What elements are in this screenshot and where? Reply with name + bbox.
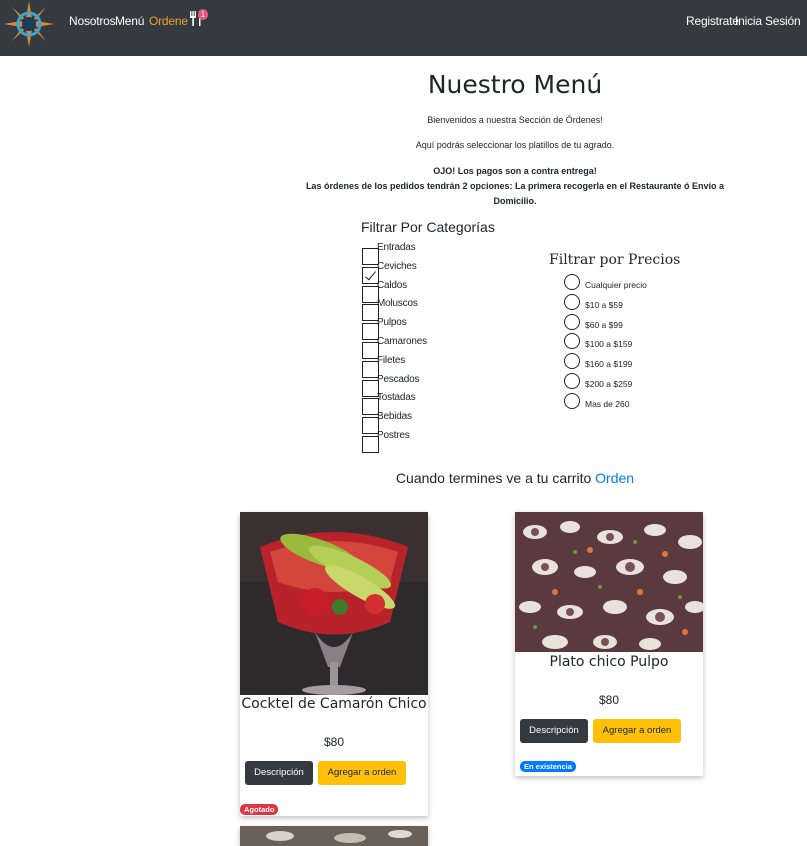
price-option: $100 a $159 [564, 333, 704, 353]
price-option: Mas de 260 [564, 392, 704, 413]
category-label: Ceviches [377, 260, 417, 272]
cart-count-badge: 1 [198, 9, 208, 20]
nav-link-menu[interactable]: Menú [115, 14, 144, 28]
price-radio[interactable] [564, 353, 580, 370]
product-price: $80 [323, 735, 345, 749]
category-option: Moluscos [362, 298, 482, 322]
price-label: Cualquier precio [585, 280, 647, 290]
category-option: Pulpos [362, 317, 482, 341]
price-label: $60 a $99 [585, 319, 623, 330]
stock-status-badge: En existencia [520, 761, 576, 772]
delivery-notice: Las órdenes de los pedidos tendrán 2 opc… [305, 181, 725, 206]
price-radio[interactable] [564, 274, 580, 290]
product-image-partial[interactable] [240, 826, 428, 846]
category-label: Entradas [377, 242, 416, 253]
price-label: $100 a $159 [585, 339, 633, 350]
category-option: Caldos [362, 279, 482, 303]
category-option: Postres [362, 430, 482, 453]
price-radio[interactable] [564, 392, 580, 409]
category-option: Ceviches [362, 260, 482, 284]
category-option: Bebidas [362, 411, 482, 435]
description-button[interactable]: Descripción [520, 719, 588, 743]
product-name: Plato chico Pulpo [549, 654, 669, 670]
compass-logo[interactable] [4, 1, 54, 47]
cart-prompt-text: Cuando termines ve a tu carrito [395, 470, 596, 486]
category-label: Tostadas [377, 392, 416, 404]
price-option: Cualquier precio [564, 274, 704, 294]
category-label: Filetes [377, 354, 406, 366]
price-filter-title: Filtrar por Precios [549, 252, 681, 268]
category-option: Camarones [362, 336, 482, 359]
add-to-order-button[interactable]: Agregar a orden [318, 761, 406, 785]
page-title: Nuestro Menú [427, 70, 603, 99]
add-to-order-button[interactable]: Agregar a orden [593, 719, 681, 743]
category-label: Pulpos [377, 317, 407, 329]
cart-order-link[interactable]: Orden [595, 470, 634, 486]
category-label: Caldos [377, 279, 407, 291]
top-navbar: Nosotros Menú Ordene 1 Registrate Inicia… [0, 0, 807, 56]
price-option: $60 a $99 [564, 313, 704, 334]
product-card: Plato chico Pulpo $80 Descripción Agrega… [515, 512, 703, 776]
price-label: $160 a $199 [585, 359, 633, 370]
payment-notice: OJO! Los pagos son a contra entrega! [433, 166, 597, 176]
category-option: Entradas [362, 242, 482, 265]
category-option: Pescados [362, 373, 482, 397]
category-option: Tostadas [362, 392, 482, 416]
nav-link-ordene[interactable]: Ordene [149, 14, 188, 28]
stock-status-badge: Agotado [240, 804, 279, 815]
select-text: Aquí podrás seleccionar los platillos de… [415, 140, 615, 150]
category-label: Pescados [377, 373, 420, 385]
product-image-pulpo[interactable] [515, 512, 703, 652]
product-card: Cocktel de Camarón Chico $80 Descripción… [240, 512, 428, 816]
product-price: $80 [598, 693, 620, 707]
description-button[interactable]: Descripción [245, 761, 313, 785]
price-radio[interactable] [564, 373, 580, 389]
product-name: Cocktel de Camarón Chico [241, 696, 427, 712]
category-label: Postres [377, 430, 410, 441]
price-radio[interactable] [564, 313, 580, 330]
cart-prompt: Cuando termines ve a tu carrito Orden [0, 470, 807, 486]
price-option: $200 a $259 [564, 373, 704, 393]
price-radio[interactable] [564, 293, 580, 310]
nav-link-inicia-sesion[interactable]: Inicia Sesión [735, 14, 801, 28]
product-card-partial [240, 826, 428, 846]
category-filter-title: Filtrar Por Categorías [361, 219, 495, 235]
category-label: Bebidas [377, 411, 412, 423]
product-image-cocktail[interactable] [240, 512, 428, 695]
category-label: Camarones [377, 336, 427, 347]
price-label: $200 a $259 [585, 379, 633, 389]
price-label: $10 a $59 [585, 299, 623, 310]
price-option: $10 a $59 [564, 293, 704, 314]
nav-link-nosotros[interactable]: Nosotros [69, 14, 116, 28]
category-label: Moluscos [377, 298, 418, 310]
welcome-text: Bienvenidos a nuestra Sección de Órdenes… [427, 115, 603, 125]
category-option: Filetes [362, 354, 482, 378]
price-option: $160 a $199 [564, 353, 704, 373]
price-radio[interactable] [564, 333, 580, 350]
price-label: Mas de 260 [585, 398, 630, 409]
nav-link-registrate[interactable]: Registrate [686, 14, 739, 28]
